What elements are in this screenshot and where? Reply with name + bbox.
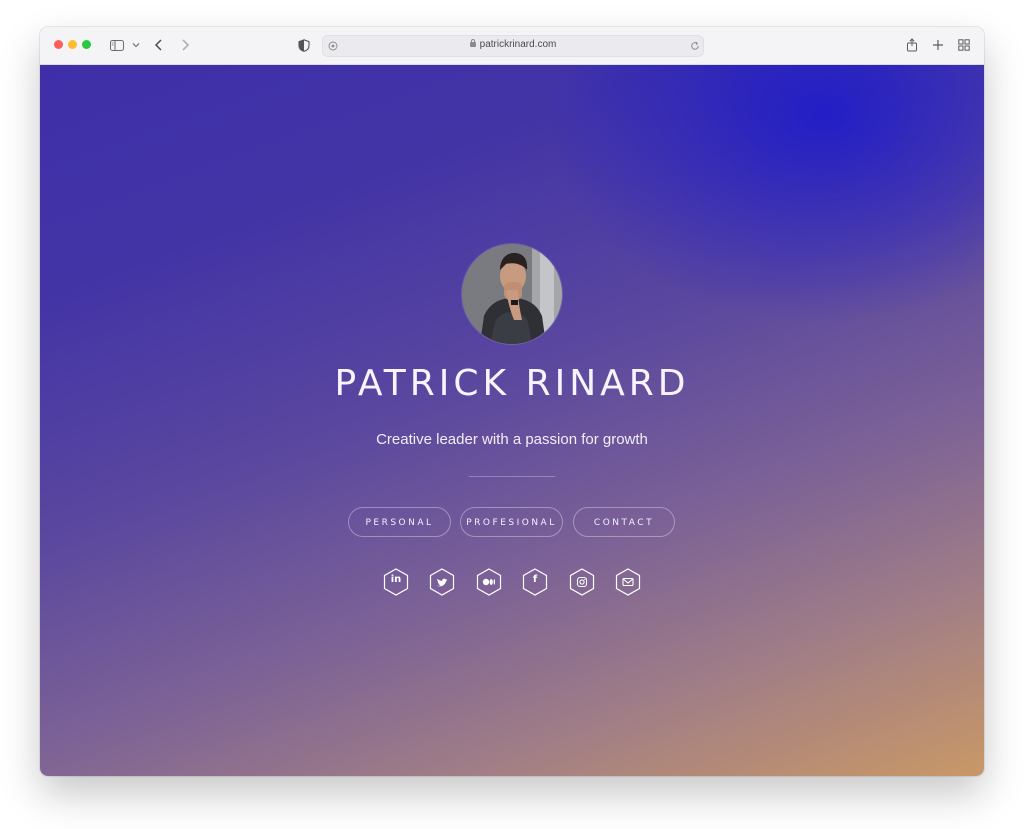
sidebar-icon[interactable] [109,37,125,53]
forward-arrow-icon[interactable] [177,37,193,53]
maximize-window-button[interactable] [82,40,91,49]
twitter-icon[interactable] [429,568,455,596]
address-bar[interactable]: patrickrinard.com [322,35,704,57]
instagram-icon[interactable] [569,568,595,596]
linkedin-icon[interactable]: in [383,568,409,596]
chevron-down-icon[interactable] [128,37,144,53]
page-content: PATRICK RINARD Creative leader with a pa… [40,65,984,776]
profile-photo [462,244,562,344]
browser-toolbar: patrickrinard.com [40,27,984,65]
medium-icon[interactable] [476,568,502,596]
avatar [462,244,562,344]
share-icon[interactable] [904,37,920,53]
browser-window: patrickrinard.com PATRICK RINARD Creativ… [40,27,984,776]
reload-icon[interactable] [687,38,703,54]
professional-button[interactable]: PROFESIONAL [460,507,563,537]
back-arrow-icon[interactable] [151,37,167,53]
minimize-window-button[interactable] [68,40,77,49]
tab-overview-icon[interactable] [956,37,972,53]
new-tab-icon[interactable] [930,37,946,53]
personal-button[interactable]: PERSONAL [348,507,451,537]
close-window-button[interactable] [54,40,63,49]
lock-icon [469,39,476,47]
email-icon[interactable] [615,568,641,596]
url-text: patrickrinard.com [479,39,557,50]
shield-icon[interactable] [296,37,312,53]
contact-button[interactable]: CONTACT [573,507,675,537]
linkedin-glyph: in [390,574,402,585]
tagline: Creative leader with a passion for growt… [376,431,648,448]
main-nav: PERSONAL PROFESIONAL CONTACT [348,507,678,541]
url-display[interactable]: patrickrinard.com [323,39,703,50]
facebook-icon[interactable]: f [522,568,548,596]
divider [469,476,555,477]
page-title: PATRICK RINARD [334,363,690,404]
facebook-glyph: f [532,574,538,585]
